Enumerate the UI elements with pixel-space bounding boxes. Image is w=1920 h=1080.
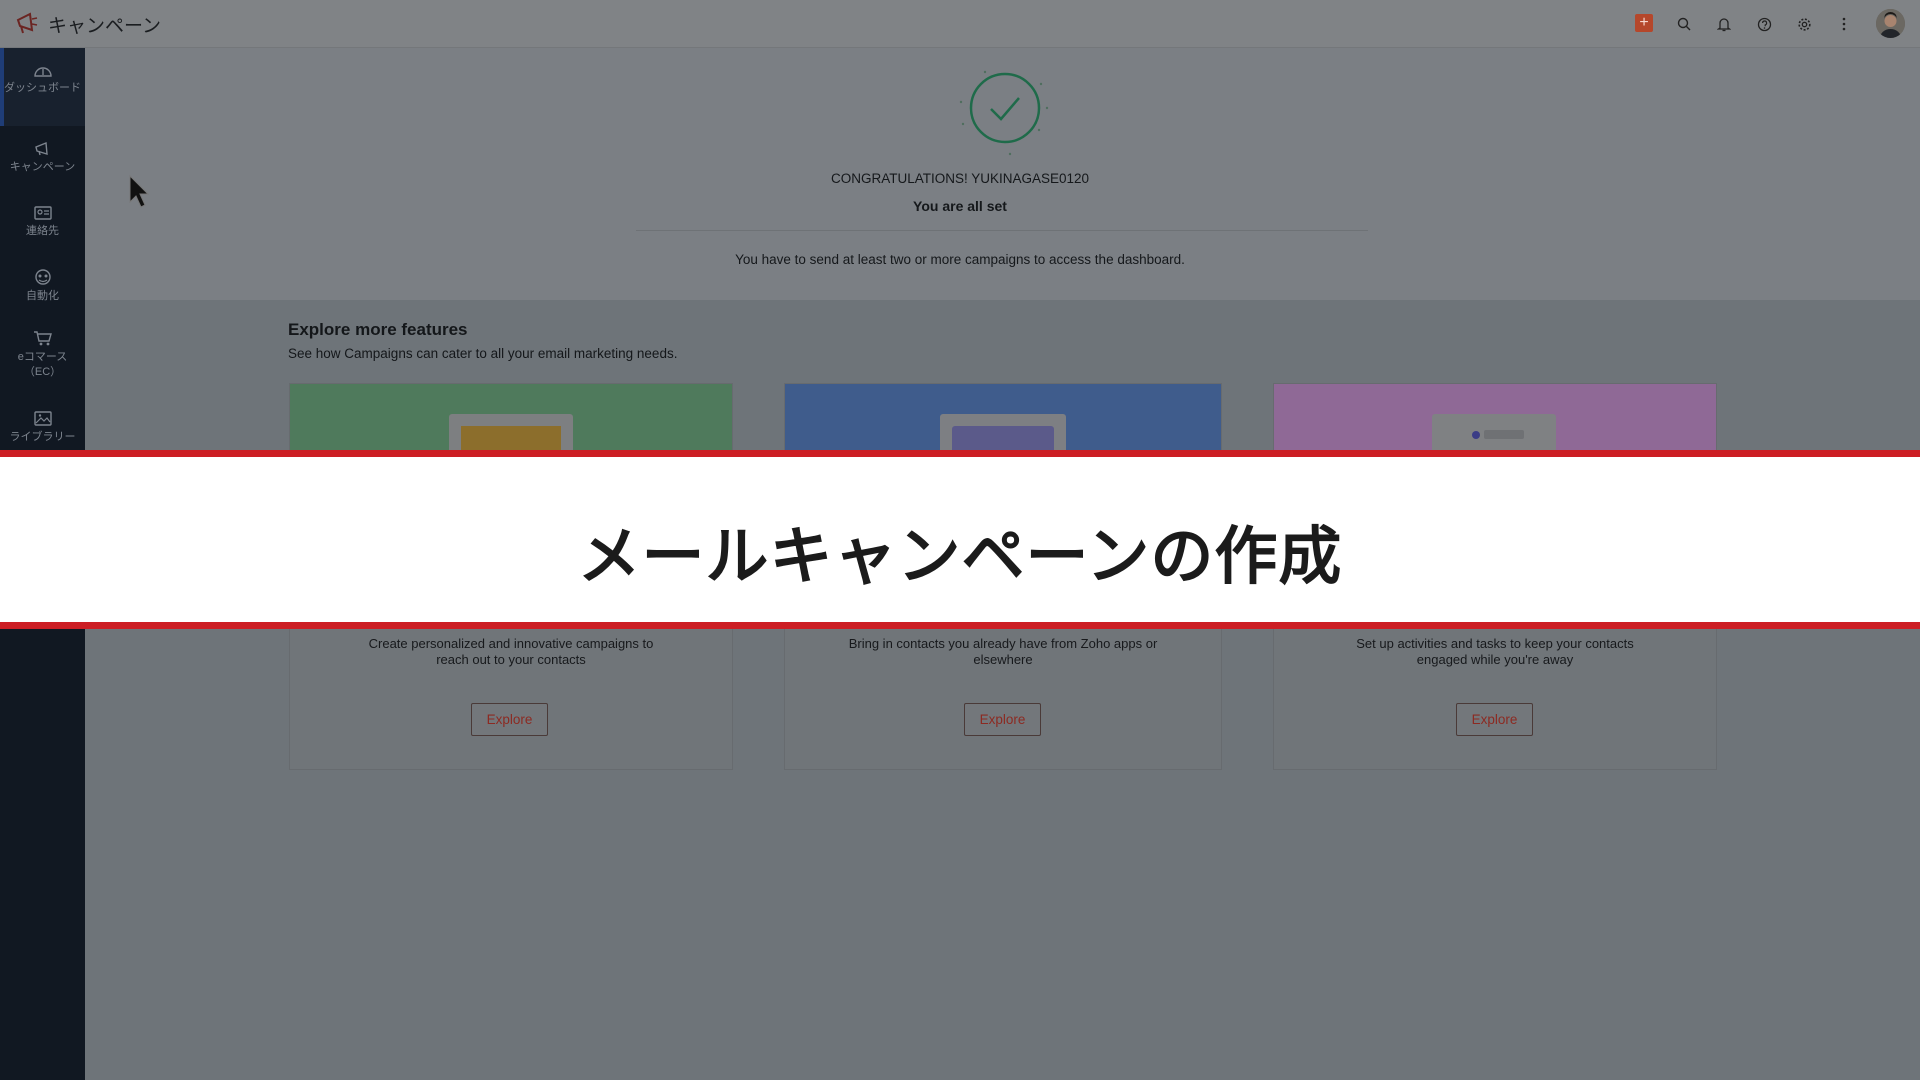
cart-icon <box>33 331 52 346</box>
card-description-line: elsewhere <box>973 652 1033 667</box>
card-illustration <box>785 384 1221 454</box>
sidebar-item-label: eコマース（EC） <box>17 351 68 378</box>
megaphone-logo-icon <box>16 12 38 34</box>
search-icon[interactable] <box>1674 14 1694 34</box>
image-library-icon <box>33 411 52 426</box>
sidebar-item-label: 連絡先 <box>26 225 59 237</box>
card-description-line: Bring in contacts you already have from … <box>848 636 1158 651</box>
explore-button[interactable]: Explore <box>964 703 1041 736</box>
user-avatar[interactable] <box>1876 9 1905 38</box>
card-description: Set up activities and tasks to keep your… <box>1274 636 1716 668</box>
card-description-line: Create personalized and innovative campa… <box>368 636 654 651</box>
dashboard-icon <box>33 67 52 77</box>
sidebar-item-campaigns[interactable]: キャンペーン <box>0 141 85 175</box>
dashboard-notice: You have to send at least two or more ca… <box>735 252 1185 267</box>
explore-subtitle: See how Campaigns can cater to all your … <box>288 346 678 361</box>
explore-title: Explore more features <box>288 320 468 339</box>
automation-icon <box>34 269 51 285</box>
card-illustration <box>1274 384 1716 454</box>
explore-button[interactable]: Explore <box>1456 703 1533 736</box>
plus-icon[interactable]: + <box>1635 14 1653 32</box>
mouse-cursor-icon <box>129 174 150 208</box>
sidebar-item-library[interactable]: ライブラリー <box>0 410 85 445</box>
top-bar: キャンペーン + <box>0 0 1920 48</box>
explore-button[interactable]: Explore <box>471 703 548 736</box>
sidebar-item-label: ダッシュボード <box>4 82 81 94</box>
banner-title: メールキャンペーンの作成 <box>577 522 1343 592</box>
congrats-message: CONGRATULATIONS! YUKINAGASE0120 <box>830 171 1090 186</box>
sidebar-item-ecommerce[interactable]: eコマース（EC） <box>0 330 85 380</box>
sidebar-item-label: 自動化 <box>26 290 59 302</box>
app-title: キャンペーン <box>48 16 162 37</box>
gear-icon[interactable] <box>1794 14 1814 34</box>
bell-icon[interactable] <box>1714 14 1734 34</box>
success-check-icon <box>959 70 1049 156</box>
card-description-line: Set up activities and tasks to keep your… <box>1356 636 1634 651</box>
sidebar-item-automation[interactable]: 自動化 <box>0 268 85 304</box>
sidebar-item-label: ライブラリー <box>9 431 76 443</box>
card-description-line: engaged while you're away <box>1416 652 1574 667</box>
card-illustration <box>290 384 732 454</box>
card-description: Bring in contacts you already have from … <box>785 636 1221 668</box>
divider <box>636 230 1368 231</box>
card-description-line: reach out to your contacts <box>436 652 586 667</box>
megaphone-icon <box>34 142 48 156</box>
all-set-message: You are all set <box>913 198 1007 214</box>
card-description: Create personalized and innovative campa… <box>290 636 732 668</box>
more-vertical-icon[interactable] <box>1834 14 1854 34</box>
help-icon[interactable] <box>1754 14 1774 34</box>
sidebar-item-dashboard[interactable]: ダッシュボード <box>0 62 85 96</box>
